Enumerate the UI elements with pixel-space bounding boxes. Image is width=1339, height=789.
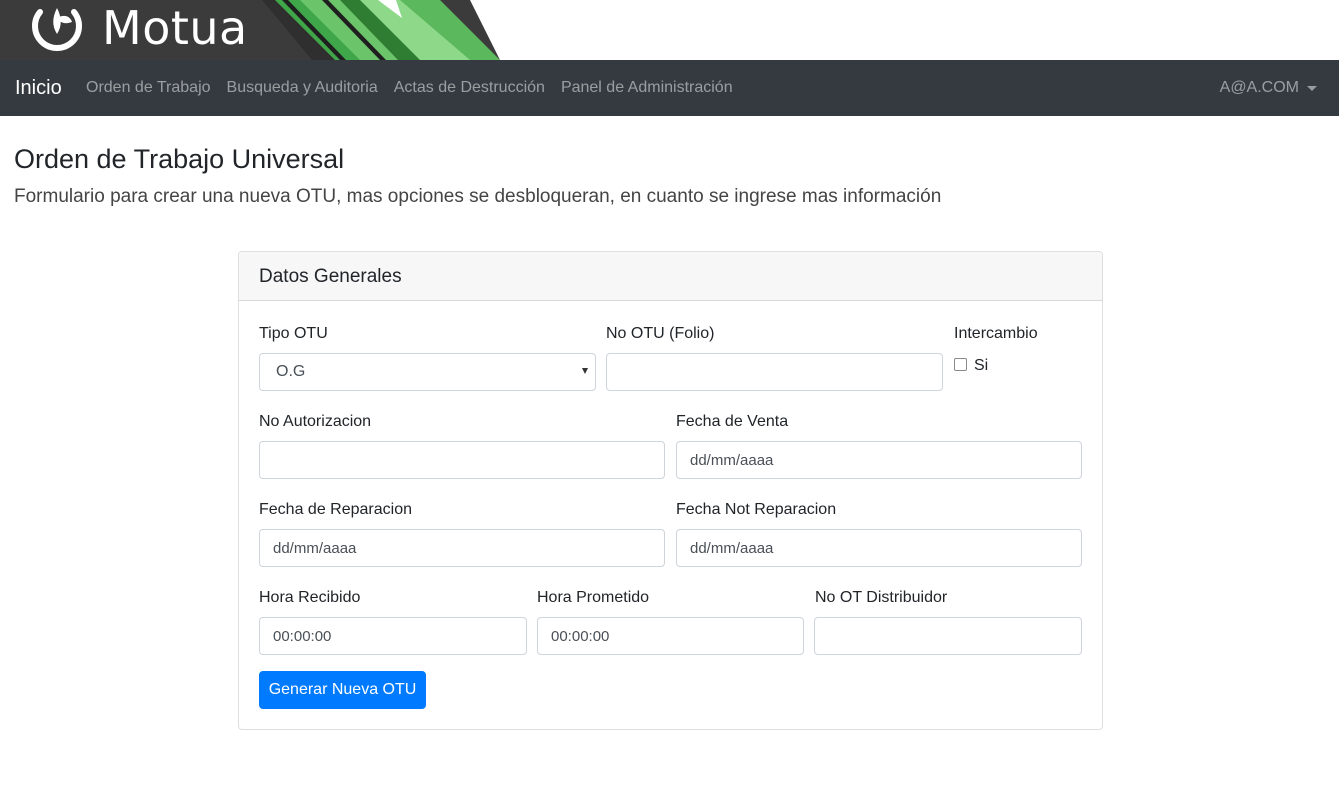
page-title: Orden de Trabajo Universal	[14, 144, 345, 174]
brand-logo-text: Motua	[102, 1, 248, 55]
intercambio-si-label: Si	[974, 357, 989, 374]
card-header: Datos Generales	[239, 252, 1102, 301]
fecha-not-reparacion-input[interactable]: dd/mm/aaaa	[676, 529, 1082, 567]
no-otu-input[interactable]	[606, 353, 943, 391]
hora-prometido-label: Hora Prometido	[537, 589, 650, 606]
nav-item-busqueda-auditoria[interactable]: Busqueda y Auditoria	[227, 78, 378, 98]
fecha-venta-input[interactable]: dd/mm/aaaa	[676, 441, 1082, 479]
fecha-reparacion-input[interactable]: dd/mm/aaaa	[259, 529, 665, 567]
header-banner: Motua	[0, 0, 1339, 60]
user-email: A@A.COM	[1219, 79, 1299, 96]
generar-nueva-otu-button[interactable]: Generar Nueva OTU	[259, 671, 426, 709]
tipo-otu-value: O.G	[276, 363, 306, 380]
nav-items: Orden de Trabajo Busqueda y Auditoria Ac…	[86, 60, 749, 116]
select-arrow-icon	[582, 368, 588, 374]
no-ot-distribuidor-label: No OT Distribuidor	[815, 589, 948, 606]
fecha-venta-label: Fecha de Venta	[676, 413, 789, 430]
intercambio-label: Intercambio	[954, 325, 1038, 342]
no-autorizacion-label: No Autorizacion	[259, 413, 372, 430]
hora-prometido-input[interactable]: 00:00:00	[537, 617, 804, 655]
no-ot-distribuidor-input[interactable]	[814, 617, 1082, 655]
hora-recibido-input[interactable]: 00:00:00	[259, 617, 527, 655]
tipo-otu-label: Tipo OTU	[259, 325, 328, 342]
nav-item-orden-de-trabajo[interactable]: Orden de Trabajo	[86, 78, 211, 98]
caret-down-icon	[1307, 85, 1317, 91]
page-lead: Formulario para crear una nueva OTU, mas…	[14, 186, 942, 207]
nav-brand-inicio[interactable]: Inicio	[15, 76, 62, 100]
fecha-not-reparacion-label: Fecha Not Reparacion	[676, 501, 837, 518]
hora-recibido-label: Hora Recibido	[259, 589, 361, 606]
top-navbar: Inicio Orden de Trabajo Busqueda y Audit…	[0, 60, 1339, 116]
fecha-reparacion-label: Fecha de Reparacion	[259, 501, 412, 518]
no-autorizacion-input[interactable]	[259, 441, 665, 479]
user-dropdown[interactable]: A@A.COM	[1220, 60, 1317, 116]
intercambio-checkbox[interactable]	[954, 358, 967, 371]
datos-generales-card: Datos Generales Tipo OTU O.G No OTU (Fol…	[238, 251, 1103, 730]
motua-logo-icon	[32, 8, 82, 51]
nav-item-actas-destruccion[interactable]: Actas de Destrucción	[394, 78, 545, 98]
nav-item-panel-administracion[interactable]: Panel de Administración	[561, 78, 733, 98]
tipo-otu-select[interactable]: O.G	[259, 353, 596, 391]
no-otu-label: No OTU (Folio)	[606, 325, 715, 342]
